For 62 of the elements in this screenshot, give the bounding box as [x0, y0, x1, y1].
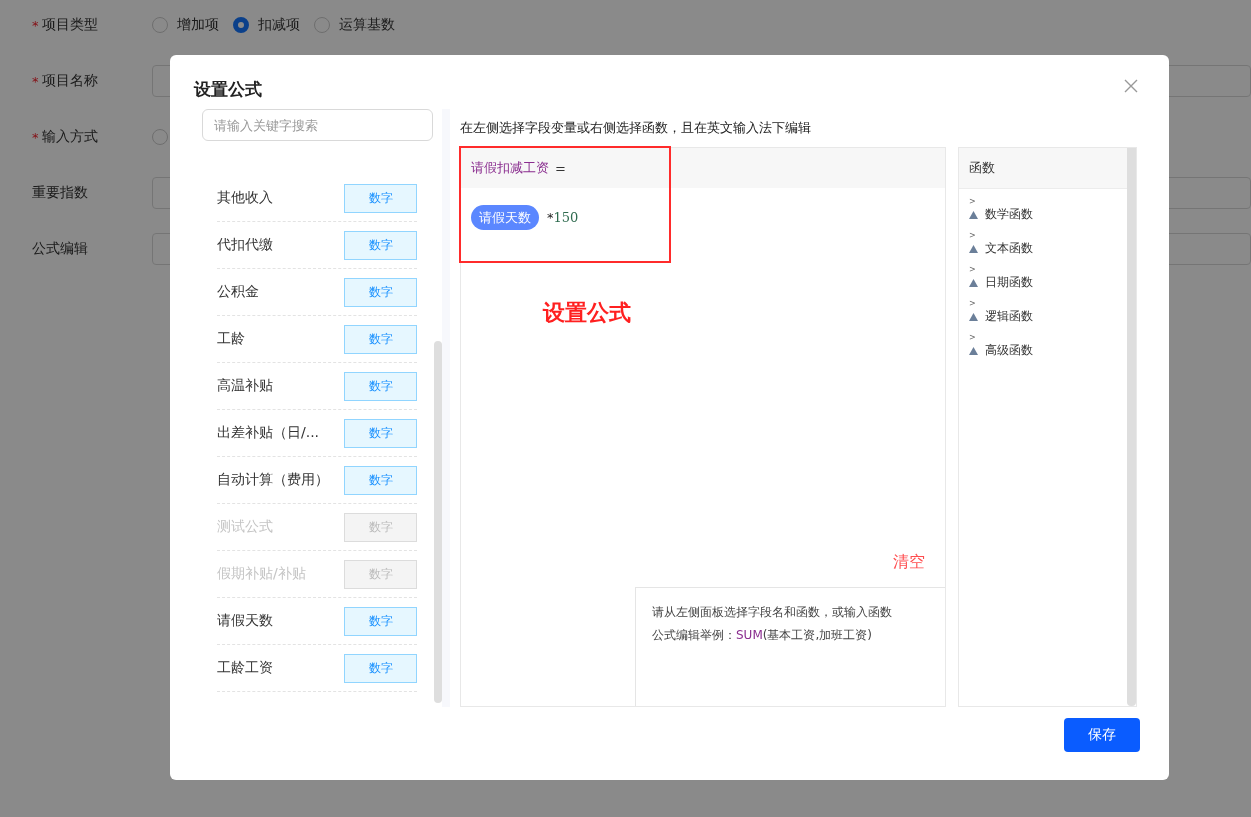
annotation-text: 设置公式 [543, 298, 631, 327]
expand-marker[interactable]: > [969, 265, 1126, 274]
type-tag: 数字 [344, 277, 417, 307]
radio-label: 扣减项 [258, 16, 300, 34]
field-name[interactable]: 工龄 [217, 330, 245, 348]
triangle-icon [969, 346, 978, 355]
field-name[interactable]: 高温补贴 [217, 377, 273, 395]
field-name[interactable]: 代扣代缴 [217, 236, 273, 254]
required-mark: * [32, 129, 39, 145]
instruction-text: 在左侧选择字段变量或右侧选择函数，且在英文输入法下编辑 [460, 119, 812, 137]
field-name[interactable]: 自动计算（费用） [217, 471, 329, 489]
field-name[interactable]: 请假天数 [217, 612, 273, 630]
type-tag: 数字 [344, 653, 417, 683]
radio-button[interactable] [233, 17, 249, 33]
expand-marker[interactable]: > [969, 231, 1126, 240]
equals-sign: = [555, 160, 566, 176]
scrollbar[interactable] [434, 341, 442, 703]
scrollbar[interactable] [1127, 148, 1136, 706]
operator: * [547, 210, 554, 225]
type-tag: 数字 [344, 606, 417, 636]
expand-marker[interactable]: > [969, 299, 1126, 308]
form-label: 公式编辑 [32, 240, 88, 258]
field-name[interactable]: 公积金 [217, 283, 259, 301]
type-tag: 数字 [344, 465, 417, 495]
field-name[interactable]: 工龄工资 [217, 659, 273, 677]
radio-button[interactable] [314, 17, 330, 33]
function-group[interactable]: 高级函数 [985, 342, 1033, 359]
triangle-icon [969, 278, 978, 287]
form-label: 项目类型 [41, 16, 98, 34]
triangle-icon [969, 244, 978, 253]
triangle-icon [969, 210, 978, 219]
form-label: 项目名称 [41, 72, 98, 90]
radio-label: 运算基数 [339, 16, 395, 34]
function-group[interactable]: 日期函数 [985, 274, 1033, 291]
save-button[interactable]: 保存 [1064, 718, 1140, 752]
form-label: 输入方式 [41, 128, 98, 146]
hint-text: 请从左侧面板选择字段名和函数，或输入函数 [652, 604, 893, 621]
function-group[interactable]: 数学函数 [985, 206, 1033, 223]
field-name[interactable]: 出差补贴（日/... [217, 424, 320, 442]
radio-button[interactable] [152, 129, 168, 145]
function-group[interactable]: 逻辑函数 [985, 308, 1033, 325]
expand-marker[interactable]: > [969, 197, 1126, 206]
close-button[interactable] [1123, 78, 1139, 94]
expand-marker[interactable]: > [969, 333, 1126, 342]
type-tag: 数字 [344, 324, 417, 354]
dialog-title: 设置公式 [194, 77, 262, 101]
type-tag: 数字 [344, 230, 417, 260]
triangle-icon [969, 312, 978, 321]
radio-label: 增加项 [177, 16, 219, 34]
required-mark: * [32, 17, 39, 33]
hint-text: 公式编辑举例：SUM(基本工资,加班工资) [652, 627, 873, 644]
type-tag: 数字 [344, 418, 417, 448]
type-tag: 数字 [344, 183, 417, 213]
form-label: 重要指数 [32, 184, 88, 202]
search-field[interactable]: 请输入关键字搜索 [202, 109, 433, 141]
number-value: 150 [553, 210, 579, 225]
type-tag: 数字 [344, 371, 417, 401]
required-mark: * [32, 73, 39, 89]
field-name[interactable]: 其他收入 [217, 189, 273, 207]
function-group[interactable]: 文本函数 [985, 240, 1033, 257]
radio-button[interactable] [152, 17, 168, 33]
target-field: 请假扣减工资 [471, 159, 549, 177]
